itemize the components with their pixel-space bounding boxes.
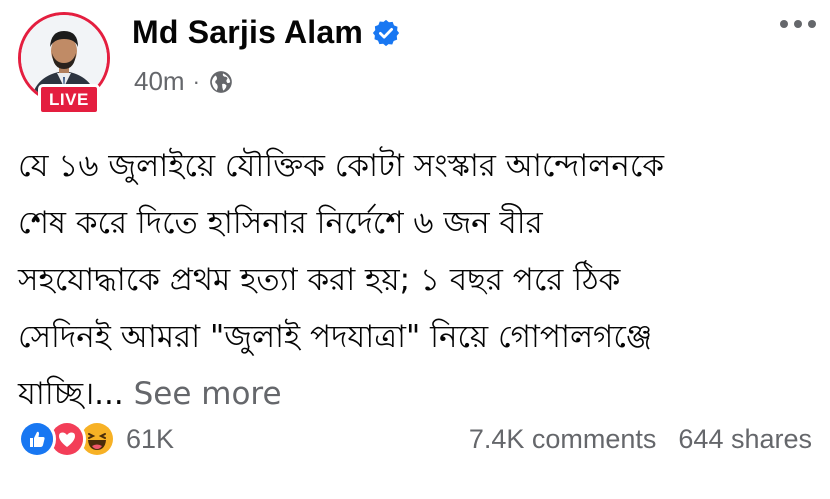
like-icon [18, 420, 56, 458]
post-text-line: যে ১৬ জুলাইয়ে যৌক্তিক কোটা সংস্কার আন্দ… [18, 148, 665, 184]
live-badge: LIVE [38, 84, 100, 115]
more-dot [794, 20, 802, 28]
more-dot [808, 20, 816, 28]
verified-badge-icon [371, 18, 401, 48]
post-text-last-line: যাচ্ছি।... See more [18, 366, 818, 423]
post-text-line: যাচ্ছি।... [18, 376, 124, 412]
post-text-line: সেদিনই আমরা "জুলাই পদযাত্রা" নিয়ে গোপাল… [18, 319, 653, 355]
more-dot [780, 20, 788, 28]
shares-count[interactable]: 644 shares [678, 424, 812, 455]
post-text-line: শেষ করে দিতে হাসিনার নির্দেশে ৬ জন বীর [18, 205, 543, 241]
globe-icon[interactable] [208, 69, 234, 95]
author-row: Md Sarjis Alam [132, 14, 401, 51]
facebook-post: LIVE Md Sarjis Alam 40m · যে ১৬ জুলাইয়ে… [0, 0, 830, 499]
post-text: যে ১৬ জুলাইয়ে যৌক্তিক কোটা সংস্কার আন্দ… [18, 138, 818, 423]
reactions-summary[interactable]: 61K [18, 420, 174, 458]
engagement-stats: 7.4K comments 644 shares [469, 424, 812, 455]
meta-separator: · [192, 68, 200, 94]
author-name[interactable]: Md Sarjis Alam [132, 14, 363, 51]
see-more-link[interactable]: See more [134, 376, 282, 412]
profile-avatar-container[interactable]: LIVE [18, 12, 114, 115]
post-timestamp[interactable]: 40m [134, 66, 185, 97]
reaction-count: 61K [126, 423, 175, 454]
post-meta: 40m · [134, 66, 234, 97]
comments-count[interactable]: 7.4K comments [469, 424, 657, 455]
post-text-line: সহযোদ্ধাকে প্রথম হত্যা করা হয়; ১ বছর পর… [18, 262, 621, 298]
more-options-icon[interactable] [780, 20, 816, 28]
